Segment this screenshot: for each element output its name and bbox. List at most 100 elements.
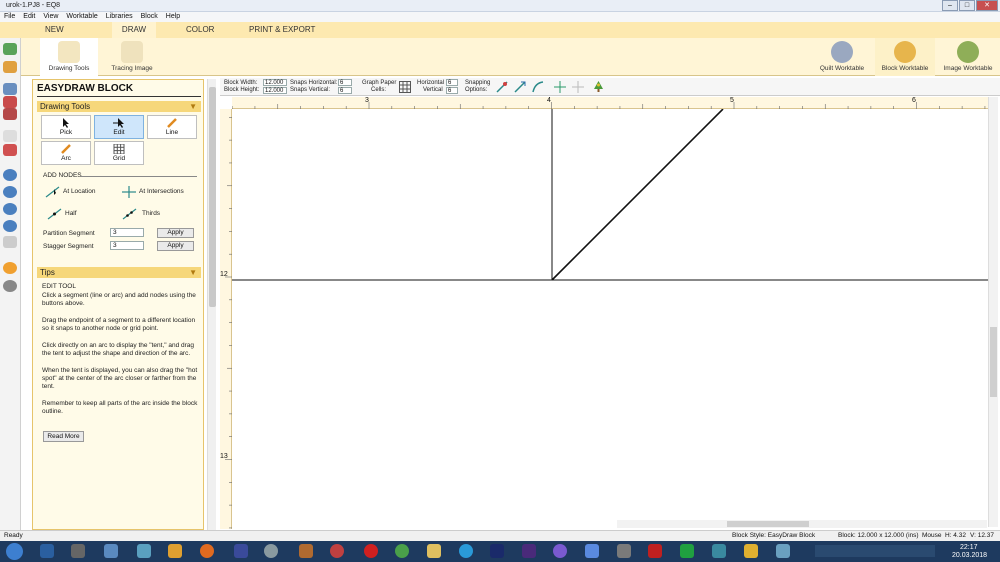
film-icon[interactable] xyxy=(617,544,631,558)
panel-scroll-thumb[interactable] xyxy=(209,87,216,307)
app-icon[interactable] xyxy=(776,544,790,558)
window-icon[interactable] xyxy=(712,544,726,558)
graph-paper-grid-icon[interactable] xyxy=(399,81,411,93)
tab-draw[interactable]: DRAW xyxy=(112,22,156,38)
menu-libraries[interactable]: Libraries xyxy=(102,12,137,22)
eq8-icon[interactable] xyxy=(744,544,758,558)
menu-block[interactable]: Block xyxy=(137,12,162,22)
drawing-tools-button[interactable]: Drawing Tools xyxy=(40,38,98,76)
collapse-icon[interactable]: ▼ xyxy=(189,101,197,112)
line-tool-button[interactable]: Line xyxy=(147,115,197,139)
clock-time: 22:17 xyxy=(960,544,978,551)
premiere-icon[interactable] xyxy=(522,544,536,558)
snap-to-node-icon[interactable] xyxy=(514,81,526,93)
image-worktable-button[interactable]: Image Worktable xyxy=(938,38,998,76)
precision-cross-icon[interactable] xyxy=(554,81,566,93)
canvas-vertical-scrollbar[interactable] xyxy=(988,97,998,527)
partition-apply-button[interactable]: Apply xyxy=(157,228,194,238)
zoom-out-icon[interactable] xyxy=(3,186,17,198)
tips-header[interactable]: Tips ▼ xyxy=(37,267,201,278)
drawing-canvas[interactable] xyxy=(232,109,990,522)
acrobat-icon[interactable] xyxy=(648,544,662,558)
skype-icon[interactable] xyxy=(459,544,473,558)
opera-icon[interactable] xyxy=(364,544,378,558)
drawing-tools-header[interactable]: Drawing Tools ▼ xyxy=(37,101,201,112)
at-intersections-button[interactable]: At Intersections xyxy=(121,186,201,198)
new-icon[interactable] xyxy=(3,43,17,55)
collapse-tips-icon[interactable]: ▼ xyxy=(189,267,197,278)
library-icon[interactable] xyxy=(3,96,17,108)
panel-scrollbar[interactable] xyxy=(207,79,216,530)
system-tray[interactable] xyxy=(815,545,935,557)
gear-icon[interactable] xyxy=(3,280,17,292)
partition-input[interactable]: 3 xyxy=(110,228,144,237)
help-icon[interactable] xyxy=(3,262,17,274)
menu-edit[interactable]: Edit xyxy=(19,12,39,22)
edit-tool-button[interactable]: Edit xyxy=(94,115,144,139)
viber-icon[interactable] xyxy=(553,544,567,558)
tab-new-block[interactable]: NEW BLOCK xyxy=(45,22,91,50)
tip-1: Click a segment (line or arc) and add no… xyxy=(42,292,196,307)
snaps-horizontal-input[interactable]: 6 xyxy=(338,79,352,86)
menu-worktable[interactable]: Worktable xyxy=(62,12,101,22)
document-icon[interactable] xyxy=(104,544,118,558)
refresh-icon[interactable] xyxy=(3,236,17,248)
stagger-apply-button[interactable]: Apply xyxy=(157,241,194,251)
snap-to-curve-icon[interactable] xyxy=(532,81,544,93)
explorer-icon[interactable] xyxy=(40,544,54,558)
thirds-button[interactable]: Thirds xyxy=(122,208,192,220)
tracing-image-button[interactable]: Tracing Image xyxy=(104,38,160,76)
sketchbook-icon[interactable] xyxy=(3,108,17,120)
snaps-vertical-input[interactable]: 6 xyxy=(338,87,352,94)
vertical-scroll-thumb[interactable] xyxy=(990,327,997,397)
archive-icon[interactable] xyxy=(234,544,248,558)
at-location-button[interactable]: At Location xyxy=(45,186,115,198)
zoom-in-icon[interactable] xyxy=(3,169,17,181)
media-icon[interactable] xyxy=(264,544,278,558)
minimize-button[interactable]: – xyxy=(942,0,958,11)
grid-horizontal-input[interactable]: 6 xyxy=(446,79,458,86)
undo-icon[interactable] xyxy=(3,144,17,156)
half-button[interactable]: Half xyxy=(47,208,107,220)
arc-tool-button[interactable]: Arc xyxy=(41,141,91,165)
redo-icon[interactable] xyxy=(3,130,17,142)
tool-icon[interactable] xyxy=(680,544,694,558)
diagonal-segment[interactable] xyxy=(551,109,724,281)
files-icon[interactable] xyxy=(427,544,441,558)
menu-help[interactable]: Help xyxy=(162,12,184,22)
snap-to-grid-icon[interactable] xyxy=(496,81,508,93)
worktable-icon[interactable] xyxy=(3,83,17,95)
pick-tool-button[interactable]: Pick xyxy=(41,115,91,139)
quilt-worktable-button[interactable]: Quilt Worktable xyxy=(813,38,871,76)
open-icon[interactable] xyxy=(3,61,17,73)
eye-icon[interactable] xyxy=(330,544,344,558)
photoshop-icon[interactable] xyxy=(490,544,504,558)
chrome-icon[interactable] xyxy=(395,544,409,558)
block-height-input[interactable]: 12.000 xyxy=(263,87,287,94)
tab-print-export[interactable]: PRINT & EXPORT xyxy=(249,22,319,38)
horizontal-scroll-thumb[interactable] xyxy=(727,521,809,527)
monitor-icon[interactable] xyxy=(585,544,599,558)
paint-icon[interactable] xyxy=(299,544,313,558)
grid-vertical-input[interactable]: 6 xyxy=(446,87,458,94)
block-width-input[interactable]: 12.000 xyxy=(263,79,287,86)
read-more-button[interactable]: Read More xyxy=(43,431,84,442)
stagger-input[interactable]: 3 xyxy=(110,241,144,250)
canvas-horizontal-scrollbar[interactable] xyxy=(617,520,987,528)
close-button[interactable]: ✕ xyxy=(976,0,998,11)
firefox-icon[interactable] xyxy=(200,544,214,558)
grid-tool-button[interactable]: Grid xyxy=(94,141,144,165)
precision-cross-2-icon[interactable] xyxy=(572,81,584,93)
block-worktable-button[interactable]: Block Worktable xyxy=(875,38,935,76)
menu-view[interactable]: View xyxy=(39,12,62,22)
folder-icon[interactable] xyxy=(168,544,182,558)
start-button[interactable] xyxy=(6,543,23,560)
tab-color[interactable]: COLOR xyxy=(186,22,226,38)
tree-icon[interactable] xyxy=(592,80,605,93)
zoom-page-icon[interactable] xyxy=(3,220,17,232)
notepad-icon[interactable] xyxy=(137,544,151,558)
maximize-button[interactable]: □ xyxy=(959,0,975,11)
menu-file[interactable]: File xyxy=(0,12,19,22)
camera-icon[interactable] xyxy=(71,544,85,558)
zoom-fit-icon[interactable] xyxy=(3,203,17,215)
